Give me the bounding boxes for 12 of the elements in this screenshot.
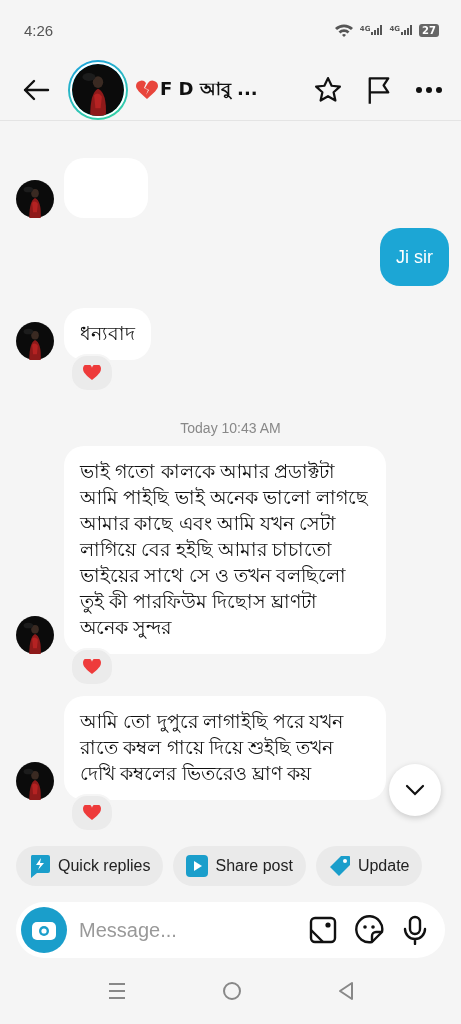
message-bubble: ধন্যবাদ [64, 308, 151, 360]
message-bubble: ভাই গতো কালকে আমার প্রডাক্টটা আমি পাইছি ভাই অনেক ভালো লাগছে আমার কাছে এবং আমি যখন সেটা লাগিয়ে বের হইছি আমার চাচাতো ভাইয়ের সাথে সে ও তখন বলছিলো তুই কী পারফিউম দিছোস ঘ্রাণটা অনেক সুন্দর [64, 446, 386, 654]
suggestion-chip[interactable]: Share post [173, 846, 306, 886]
status-time: 4:26 [24, 21, 54, 39]
suggestion-chip[interactable]: Update [315, 846, 423, 886]
battery-indicator: 27 [419, 23, 439, 37]
timestamp: Today 10:43 AM [179, 420, 282, 436]
message-input[interactable]: Message... [77, 917, 291, 943]
suggestion-chip[interactable]: Quick replies [16, 846, 164, 886]
contact-name[interactable]: F D আবু ... [160, 74, 258, 106]
message-bubble: Ji sir [380, 228, 449, 286]
message-bubble: আমি তো দুপুরে লাগাইছি পরে যখন রাতে কম্বল গায়ে দিয়ে শুইছি তখন দেখি কম্বলের ভিতরেও ঘ্রাণ কয় [64, 696, 386, 800]
